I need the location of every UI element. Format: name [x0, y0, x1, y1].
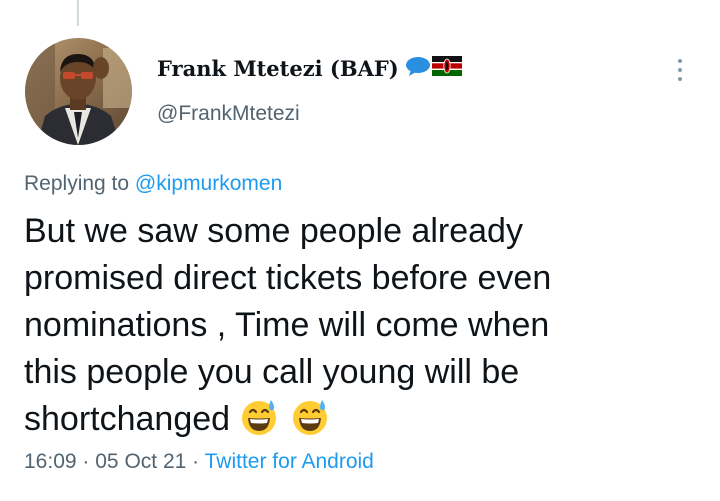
tweet-text-line: nominations , Time will come when — [24, 306, 550, 344]
tweet-text-line: But we saw some people already — [24, 212, 523, 250]
more-dot-icon — [678, 77, 682, 81]
tweet-time[interactable]: 16:09 — [24, 450, 77, 473]
more-options-button[interactable] — [666, 52, 694, 88]
tweet-text: But we saw some people already promised … — [24, 208, 694, 449]
tweet-text-line: this people you call young will be — [24, 353, 520, 391]
tweet-text-line: promised direct tickets before even — [24, 259, 552, 297]
tweet-text-line: shortchanged — [24, 400, 231, 438]
tweet-meta: 16:09 · 05 Oct 21 · Twitter for Android — [24, 450, 374, 474]
tweet-date[interactable]: 05 Oct 21 — [95, 450, 186, 473]
grinning-sweat-emoji-icon — [291, 398, 329, 449]
tweet-text-last-line: shortchanged — [24, 396, 694, 449]
meta-separator: · — [82, 450, 90, 473]
more-dot-icon — [678, 59, 682, 63]
replying-to-prefix: Replying to — [24, 172, 130, 195]
replying-to-mention-link[interactable]: @kipmurkomen — [135, 172, 282, 195]
thread-connector-line — [77, 0, 79, 26]
more-dot-icon — [678, 68, 682, 72]
author-display-name[interactable]: Frank Mtetezi (BAF) — [157, 56, 399, 81]
kenya-flag-icon — [431, 56, 462, 81]
replying-to-line: Replying to @kipmurkomen — [24, 172, 282, 196]
author-handle[interactable]: @FrankMtetezi — [157, 102, 300, 126]
grinning-sweat-emoji-icon — [240, 398, 278, 449]
meta-separator: · — [192, 450, 200, 473]
tweet-source-link[interactable]: Twitter for Android — [205, 450, 374, 473]
author-display-name-row[interactable]: Frank Mtetezi (BAF) — [157, 56, 462, 81]
speech-bubble-icon — [405, 56, 431, 81]
avatar[interactable] — [25, 38, 132, 145]
